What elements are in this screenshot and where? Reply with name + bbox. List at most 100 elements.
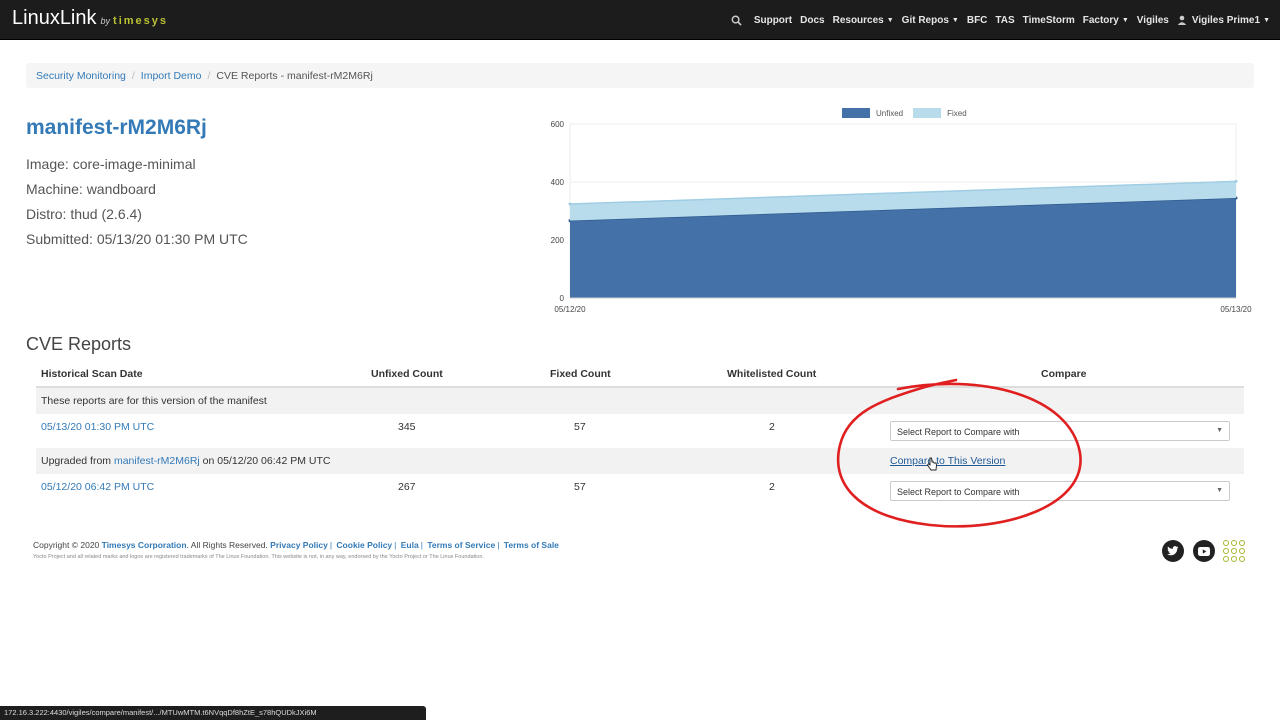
x-tick-label: 05/12/20: [554, 305, 586, 314]
caret-down-icon: ▼: [886, 16, 894, 24]
brand-name: LinuxLink: [12, 7, 97, 29]
header-fixed-count: Fixed Count: [550, 368, 611, 380]
header-unfixed-count: Unfixed Count: [371, 368, 443, 380]
manifest-distro: Distro: thud (2.6.4): [26, 206, 142, 222]
nav-item-docs[interactable]: Docs: [800, 15, 824, 26]
top-navbar: LinuxLink by timesys Support Docs Resource…: [0, 0, 1280, 40]
nav-label: Docs: [800, 14, 825, 26]
brand-company: timesys: [113, 15, 169, 27]
footer-separator: |: [394, 540, 397, 550]
browser-status-url: 172.16.3.222:4430/vigiles/compare/manife…: [0, 706, 426, 720]
user-name: Vigiles Prime1: [1191, 14, 1261, 26]
annotation-circle: [836, 378, 1082, 528]
search-icon[interactable]: [731, 15, 742, 26]
nav-item-bfc[interactable]: BFC: [967, 15, 988, 26]
x-tick-label: 05/13/20: [1220, 305, 1252, 314]
whitelisted-count-cell: 2: [769, 481, 775, 493]
nav-item-vigiles[interactable]: Vigiles: [1137, 15, 1169, 26]
legend-swatch-fixed: [913, 108, 942, 118]
legend-swatch-unfixed: [842, 108, 870, 118]
data-point-fixed: [568, 202, 572, 206]
terms-of-service-link[interactable]: Terms of Service: [427, 540, 495, 550]
eula-link[interactable]: Eula: [401, 540, 419, 550]
chart-legend: Unfixed Fixed: [842, 108, 967, 118]
unfixed-count-cell: 267: [398, 481, 416, 493]
manifest-submitted: Submitted: 05/13/20 01:30 PM UTC: [26, 231, 248, 247]
legend-label-unfixed: Unfixed: [876, 108, 904, 118]
cve-trend-chart: 0 200 400 600 05/12/20 05/13/20 Unfixed Fixed: [540, 100, 1260, 325]
manifest-image: Image: core-image-minimal: [26, 156, 196, 172]
privacy-policy-link[interactable]: Privacy Policy: [270, 540, 328, 550]
grid-dots: [1223, 540, 1245, 562]
rights-text: . All Rights Reserved.: [186, 540, 268, 550]
nav-menu: Support Docs Resources ▼ Git Repos ▼ BFC T…: [731, 0, 1270, 40]
youtube-icon[interactable]: [1193, 540, 1215, 562]
nav-item-tas[interactable]: TAS: [995, 15, 1014, 26]
data-point-fixed: [1234, 179, 1238, 183]
scan-date-link[interactable]: 05/13/20 01:30 PM UTC: [41, 421, 154, 433]
caret-down-icon: ▼: [1121, 16, 1129, 24]
nav-item-user[interactable]: Vigiles Prime1 ▼: [1177, 15, 1270, 26]
nav-item-timestorm[interactable]: TimeStorm: [1023, 15, 1075, 26]
timesys-grid-icon[interactable]: [1223, 540, 1245, 562]
header-whitelisted-count: Whitelisted Count: [727, 368, 817, 380]
whitelisted-count-cell: 2: [769, 421, 775, 433]
y-tick-label: 400: [551, 178, 565, 187]
unfixed-count-cell: 345: [398, 421, 416, 433]
breadcrumb-security-monitoring[interactable]: Security Monitoring: [36, 70, 126, 82]
chart-canvas: 0 200 400 600 05/12/20 05/13/20: [551, 120, 1252, 314]
cve-reports-title: CVE Reports: [26, 334, 132, 354]
nav-item-factory[interactable]: Factory ▼: [1083, 15, 1129, 26]
manifest-machine: Machine: wandboard: [26, 181, 156, 197]
scan-date-cell: 05/12/20 06:42 PM UTC: [41, 481, 154, 493]
user-icon: [1177, 15, 1187, 25]
footer-separator: |: [420, 540, 423, 550]
nav-label: TAS: [995, 14, 1015, 26]
page-title: manifest-rM2M6Rj: [26, 116, 207, 139]
header-scan-date: Historical Scan Date: [41, 368, 143, 380]
footer-copyright: Copyright © 2020 Timesys Corporation. Al…: [33, 540, 559, 550]
y-tick-label: 200: [551, 236, 565, 245]
hand-cursor-icon: [926, 457, 937, 471]
previous-manifest-link[interactable]: manifest-rM2M6Rj: [114, 455, 200, 467]
breadcrumb-current: CVE Reports - manifest-rM2M6Rj: [216, 69, 373, 82]
breadcrumb-import-demo[interactable]: Import Demo: [141, 70, 202, 82]
chevron-down-icon: ▼: [1216, 427, 1223, 434]
twitter-icon[interactable]: [1162, 540, 1184, 562]
upgrade-prefix: Upgraded from: [41, 455, 112, 467]
terms-of-sale-link[interactable]: Terms of Sale: [504, 540, 559, 550]
breadcrumb-separator: /: [207, 69, 211, 82]
nav-item-resources[interactable]: Resources ▼: [833, 15, 894, 26]
brand-logo[interactable]: LinuxLink by timesys: [12, 6, 168, 33]
nav-label: Git Repos: [901, 14, 949, 26]
caret-down-icon: ▼: [951, 16, 959, 24]
nav-label: Vigiles: [1136, 14, 1169, 26]
copyright-text: Copyright © 2020: [33, 540, 100, 550]
breadcrumb-separator: /: [131, 69, 135, 82]
nav-label: TimeStorm: [1022, 14, 1075, 26]
nav-label: Factory: [1082, 14, 1119, 26]
company-link[interactable]: Timesys Corporation: [102, 540, 187, 550]
footer-disclaimer: Yocto Project and all related marks and …: [33, 554, 484, 560]
nav-label: BFC: [966, 14, 988, 26]
fixed-count-cell: 57: [574, 421, 586, 433]
fixed-count-cell: 57: [574, 481, 586, 493]
chevron-down-icon: ▼: [1216, 487, 1223, 494]
nav-item-git-repos[interactable]: Git Repos ▼: [902, 15, 959, 26]
y-tick-label: 0: [560, 294, 565, 303]
breadcrumb: Security Monitoring / Import Demo / CVE …: [26, 63, 1254, 88]
legend-label-fixed: Fixed: [947, 108, 967, 118]
scan-date-cell: 05/13/20 01:30 PM UTC: [41, 421, 154, 433]
nav-label: Support: [753, 14, 793, 26]
y-tick-label: 600: [551, 120, 565, 129]
footer-separator: |: [497, 540, 500, 550]
brand-by: by: [100, 16, 111, 26]
caret-down-icon: ▼: [1263, 16, 1270, 24]
scan-date-link[interactable]: 05/12/20 06:42 PM UTC: [41, 481, 154, 493]
nav-item-support[interactable]: Support: [754, 15, 792, 26]
cookie-policy-link[interactable]: Cookie Policy: [336, 540, 392, 550]
upgrade-suffix: on 05/12/20 06:42 PM UTC: [202, 455, 331, 467]
version-note: These reports are for this version of th…: [41, 395, 267, 407]
footer-separator: |: [329, 540, 333, 550]
nav-label: Resources: [832, 14, 884, 26]
